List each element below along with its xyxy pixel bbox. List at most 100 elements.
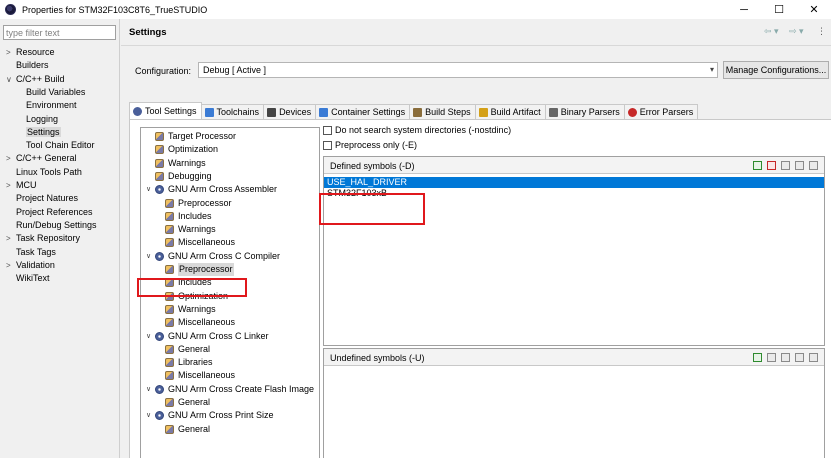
expanded-chevron-icon[interactable]: ∨ [146,183,155,196]
edit-icon[interactable] [781,161,790,170]
nav-item-label: Task Tags [16,246,56,257]
tool-tree-leaf[interactable]: Warnings [165,303,216,316]
move-down-icon[interactable] [809,161,818,170]
tool-tree-label: Preprocessor [178,263,234,276]
tab-label: Build Artifact [490,107,541,117]
tool-tree-leaf[interactable]: Miscellaneous [165,369,235,382]
tool-tree-node[interactable]: ∨ GNU Arm Cross Create Flash Image [146,383,314,396]
tool-tree-node[interactable]: ∨ GNU Arm Cross C Compiler [146,250,280,263]
move-up-icon[interactable] [795,353,804,362]
nav-item-environment[interactable]: Environment [26,99,77,112]
expanded-chevron-icon[interactable]: ∨ [146,409,155,422]
collapsed-chevron-icon[interactable]: > [6,232,16,245]
delete-icon[interactable] [767,161,776,170]
expanded-chevron-icon[interactable]: ∨ [146,250,155,263]
configuration-value: Debug [ Active ] [203,65,267,75]
tool-tree-leaf[interactable]: General [165,396,210,409]
tool-tree-node[interactable]: ∨ GNU Arm Cross C Linker [146,330,269,343]
tool-gear-icon [155,411,164,421]
tool-tree-leaf[interactable]: Preprocessor [165,197,232,210]
tool-tree-leaf[interactable]: Target Processor [155,130,236,143]
add-icon[interactable] [753,161,762,170]
tab-container-settings[interactable]: Container Settings [315,104,411,119]
move-down-icon[interactable] [809,353,818,362]
nav-item-resource[interactable]: > Resource [6,46,55,59]
tab-devices[interactable]: Devices [263,104,317,119]
expanded-chevron-icon[interactable]: ∨ [6,73,16,86]
edit-icon[interactable] [781,353,790,362]
tool-gear-icon [155,331,164,341]
tool-tree-leaf[interactable]: Preprocessor [165,263,234,276]
nav-item-label: Validation [16,259,55,270]
nav-item-project-natures[interactable]: Project Natures [6,192,78,205]
nav-item-wikitext[interactable]: WikiText [6,272,50,285]
tool-tree-leaf[interactable]: Miscellaneous [165,316,235,329]
gear-icon [133,106,142,116]
undefined-symbols-panel: Undefined symbols (-U) [323,348,825,458]
tool-tree-leaf[interactable]: Warnings [155,157,206,170]
tab-toolchains[interactable]: Toolchains [200,104,265,119]
collapsed-chevron-icon[interactable]: > [6,46,16,59]
tool-tree-leaf[interactable]: General [165,423,210,436]
expanded-chevron-icon[interactable]: ∨ [146,330,155,343]
nav-item-build-variables[interactable]: Build Variables [26,86,85,99]
nav-item-task-repository[interactable]: > Task Repository [6,232,80,245]
defined-symbol-item[interactable]: USE_HAL_DRIVER [324,177,824,188]
option-category-icon [155,145,164,155]
nav-item-logging[interactable]: Logging [26,113,58,126]
expanded-chevron-icon[interactable]: ∨ [146,383,155,396]
nav-item-tool-chain-editor[interactable]: Tool Chain Editor [26,139,95,152]
forward-arrow-icon[interactable]: ⇨ ▾ [789,26,804,37]
collapsed-chevron-icon[interactable]: > [6,152,16,165]
view-menu-icon[interactable]: ⋮ [817,26,826,37]
tab-error-parsers[interactable]: Error Parsers [623,104,699,119]
maximize-button[interactable]: ☐ [762,0,796,19]
nav-item-label: Linux Tools Path [16,166,82,177]
minimize-button[interactable]: ─ [727,0,761,19]
preprocess-only-option[interactable]: Preprocess only (-E) [323,139,417,151]
nav-item-linux-tools-path[interactable]: Linux Tools Path [6,166,82,179]
nav-item-c-c-general[interactable]: > C/C++ General [6,152,77,165]
manage-configurations-button[interactable]: Manage Configurations... [723,61,829,79]
tab-binary-parsers[interactable]: Binary Parsers [544,104,625,119]
tool-tree-leaf[interactable]: Includes [165,210,212,223]
nav-item-settings[interactable]: Settings [26,126,61,139]
add-icon[interactable] [753,353,762,362]
nav-item-run-debug-settings[interactable]: Run/Debug Settings [6,219,97,232]
tool-tree-leaf[interactable]: Miscellaneous [165,236,235,249]
tool-tree-label: General [178,343,211,354]
nav-item-builders[interactable]: Builders [6,59,49,72]
nav-item-task-tags[interactable]: Task Tags [6,246,56,259]
nav-item-project-references[interactable]: Project References [6,206,93,219]
nav-item-validation[interactable]: > Validation [6,259,55,272]
tab-label: Error Parsers [639,107,694,117]
tool-tree-leaf[interactable]: Debugging [155,170,212,183]
tool-tree-leaf[interactable]: Warnings [165,223,216,236]
tool-tree-node[interactable]: ∨ GNU Arm Cross Assembler [146,183,277,196]
nav-item-c-c-build[interactable]: ∨ C/C++ Build [6,73,65,86]
tab-label: Container Settings [331,107,406,117]
tab-build-steps[interactable]: Build Steps [409,104,476,119]
delete-icon[interactable] [767,353,776,362]
back-arrow-icon[interactable]: ⇦ ▾ [764,26,779,37]
close-button[interactable]: ✕ [797,0,831,19]
tool-settings-panel: Target Processor Optimization Warnings Debu… [129,119,831,458]
toolchain-icon [204,107,214,117]
option-category-icon [165,211,174,221]
collapsed-chevron-icon[interactable]: > [6,179,16,192]
tab-build-artifact[interactable]: Build Artifact [474,104,546,119]
tool-tree-leaf[interactable]: Optimization [155,143,218,156]
collapsed-chevron-icon[interactable]: > [6,259,16,272]
move-up-icon[interactable] [795,161,804,170]
option-category-icon [155,132,164,141]
tool-tree-leaf[interactable]: Libraries [165,356,213,369]
preprocess-only-checkbox[interactable] [323,140,332,150]
nav-item-mcu[interactable]: > MCU [6,179,37,192]
tool-tree-node[interactable]: ∨ GNU Arm Cross Print Size [146,409,274,422]
filter-input[interactable] [3,25,116,40]
nostdinc-checkbox[interactable] [323,125,332,135]
nostdinc-option[interactable]: Do not search system directories (-nostd… [323,124,511,136]
configuration-select[interactable]: Debug [ Active ] ▾ [198,62,718,78]
tab-tool-settings[interactable]: Tool Settings [129,102,202,119]
tool-tree-leaf[interactable]: General [165,343,210,356]
